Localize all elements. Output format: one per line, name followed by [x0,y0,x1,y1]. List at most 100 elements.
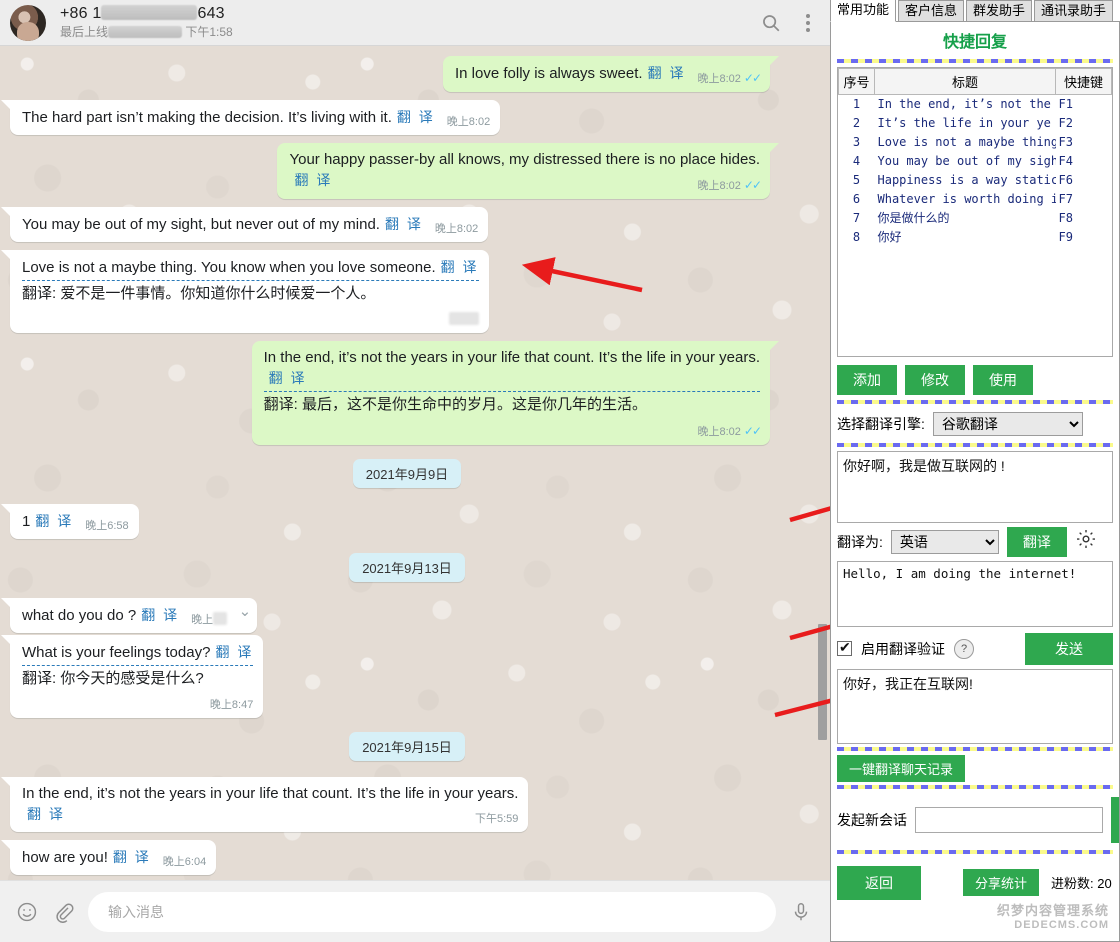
col-title: 标题 [874,67,1056,95]
header-actions [760,12,816,34]
new-conversation-input[interactable] [915,807,1103,834]
table-row[interactable]: 3 Love is not a maybe thing F3 [839,132,1112,151]
message-input[interactable] [106,902,758,921]
message-time: 晚上 [191,614,214,626]
chat-bubble-incoming[interactable]: In the end, it’s not the years in your l… [0,777,529,832]
message-composer [0,880,830,942]
enable-verify-checkbox[interactable] [837,639,852,657]
cell-title: In the end, it’s not the [877,97,1051,112]
edit-button[interactable]: 修改 [905,364,965,395]
paperclip-icon[interactable] [52,901,74,923]
translate-link[interactable]: 翻 译 [35,513,73,529]
translation-divider [22,665,254,666]
table-row[interactable]: 2 It’s the life in your ye F2 [839,113,1112,132]
date-pill: 2021年9月13日 [349,553,465,582]
chat-bubble-incoming[interactable]: what do you do ? 翻 译 晚上 ⌄ [0,598,258,633]
message-list: In love folly is always sweet. 翻 译 晚上8:02… [0,46,830,880]
table-row[interactable]: 8 你好 F9 [839,227,1112,246]
cell-hotkey: F9 [1058,229,1073,244]
translated-text-output[interactable]: Hello, I am doing the internet! [837,560,1113,627]
translation-prefix: 翻译: [22,285,57,302]
microphone-icon[interactable] [790,901,812,923]
new-conversation-row: 发起新会话 确定 [837,797,1119,844]
emoji-icon[interactable] [16,901,38,923]
target-language-select[interactable]: 英语 [890,529,999,554]
back-translation-output[interactable]: 你好，我正在互联网! [837,668,1113,745]
use-button[interactable]: 使用 [973,364,1033,395]
read-receipt-icon: ✓✓ [743,424,762,438]
cell-hotkey: F3 [1058,134,1073,149]
translate-link[interactable]: 翻 译 [141,607,179,623]
translate-link[interactable]: 翻 译 [269,370,307,386]
search-icon[interactable] [760,12,782,34]
translate-link[interactable]: 翻 译 [113,849,151,865]
translate-link[interactable]: 翻 译 [385,216,423,232]
contact-name-prefix: +86 1 [60,5,102,22]
translate-link[interactable]: 翻 译 [215,644,253,660]
translate-link[interactable]: 翻 译 [27,806,65,822]
share-stats-button[interactable]: 分享统计 [963,869,1040,897]
table-row[interactable]: 7 你是做什么的 F8 [839,208,1112,227]
translate-chat-history-button[interactable]: 一键翻译聊天记录 [837,755,966,783]
chevron-down-icon[interactable]: ⌄ [239,602,252,622]
cell-title: Happiness is a way static [877,172,1056,187]
date-separator-row: 2021年9月15日 [10,732,804,761]
source-text-input[interactable]: 你好啊，我是做互联网的 ! [837,450,1113,523]
chat-bubble-incoming[interactable]: You may be out of my sight, but never ou… [0,207,489,242]
message-row: how are you! 翻 译 晚上6:04 [0,840,804,875]
chat-bubble-incoming-translated[interactable]: Love is not a maybe thing. You know when… [1,250,489,333]
quick-reply-table-wrapper[interactable]: 序号 标题 快捷键 1 In the end, it’s not the F1 … [837,66,1113,357]
chat-bubble-outgoing[interactable]: In love folly is always sweet. 翻 译 晚上8:02… [443,56,779,92]
chat-bubble-incoming[interactable]: how are you! 翻 译 晚上6:04 [0,840,217,875]
tab-customer-info[interactable]: 客户信息 [898,0,965,22]
cell-hotkey: F6 [1058,172,1073,187]
add-button[interactable]: 添加 [837,364,897,395]
chat-bubble-incoming-translated[interactable]: What is your feelings today? 翻 译 翻译: 你今天的… [0,635,264,718]
translate-button[interactable]: 翻译 [1006,526,1067,557]
translate-link[interactable]: 翻 译 [441,259,479,275]
divider [837,747,1113,752]
cell-index: 1 [852,97,861,112]
message-text: Love is not a maybe thing. You know when… [22,259,436,276]
confirm-button[interactable]: 确定 [1111,797,1119,844]
message-text: You may be out of my sight, but never ou… [22,216,380,233]
tab-contacts-assistant[interactable]: 通讯录助手 [1034,0,1114,22]
chat-scrollbar-thumb[interactable] [818,624,827,740]
question-mark-icon[interactable]: ? [954,638,974,659]
back-button[interactable]: 返回 [837,865,921,900]
tab-mass-send[interactable]: 群发助手 [966,0,1033,22]
tab-common-functions[interactable]: 常用功能 [830,0,897,22]
table-row[interactable]: 1 In the end, it’s not the F1 [839,94,1112,113]
more-vertical-icon[interactable] [806,12,810,34]
assistant-panel: 常用功能 客户信息 群发助手 通讯录助手 快捷回复 序号 标题 快捷键 1 In… [830,0,1120,942]
translate-link[interactable]: 翻 译 [397,109,435,125]
divider [837,399,1113,404]
redacted-date [108,26,183,38]
translate-history-row: 一键翻译聊天记录 [837,755,1113,783]
message-meta: 晚上6:04 [163,852,206,872]
table-row[interactable]: 6 Whatever is worth doing i F7 [839,189,1112,208]
chat-bubble-incoming[interactable]: 1翻 译 晚上6:58 [1,504,139,539]
engine-select[interactable]: 谷歌翻译 [932,411,1083,436]
divider [837,850,1113,854]
chat-bubble-incoming[interactable]: The hard part isn’t making the decision.… [0,100,501,135]
gear-icon[interactable] [1075,528,1097,555]
message-row: 1翻 译 晚上6:58 [1,504,804,539]
table-row[interactable]: 4 You may be out of my sigh F4 [839,151,1112,170]
avatar[interactable] [10,4,46,41]
message-input-wrapper[interactable] [88,891,776,932]
message-time: 晚上8:02 [697,426,741,438]
date-separator-row: 2021年9月9日 [10,459,804,488]
chat-bubble-outgoing-translated[interactable]: In the end, it’s not the years in your l… [251,341,780,445]
send-button[interactable]: 发送 [1025,632,1113,665]
fans-count-label: 进粉数: 20 [1051,873,1112,892]
message-row: In the end, it’s not the years in your l… [10,341,804,445]
message-time: 晚上8:47 [209,699,254,711]
table-row[interactable]: 5 Happiness is a way static F6 [839,170,1112,189]
chat-scrollbar[interactable] [818,94,827,880]
chat-bubble-outgoing[interactable]: Your happy passer-by all knows, my distr… [277,143,779,199]
translate-link[interactable]: 翻 译 [294,172,332,188]
translate-link[interactable]: 翻 译 [648,65,686,81]
quick-reply-table: 序号 标题 快捷键 1 In the end, it’s not the F1 … [838,67,1112,246]
cell-index: 3 [852,134,861,149]
